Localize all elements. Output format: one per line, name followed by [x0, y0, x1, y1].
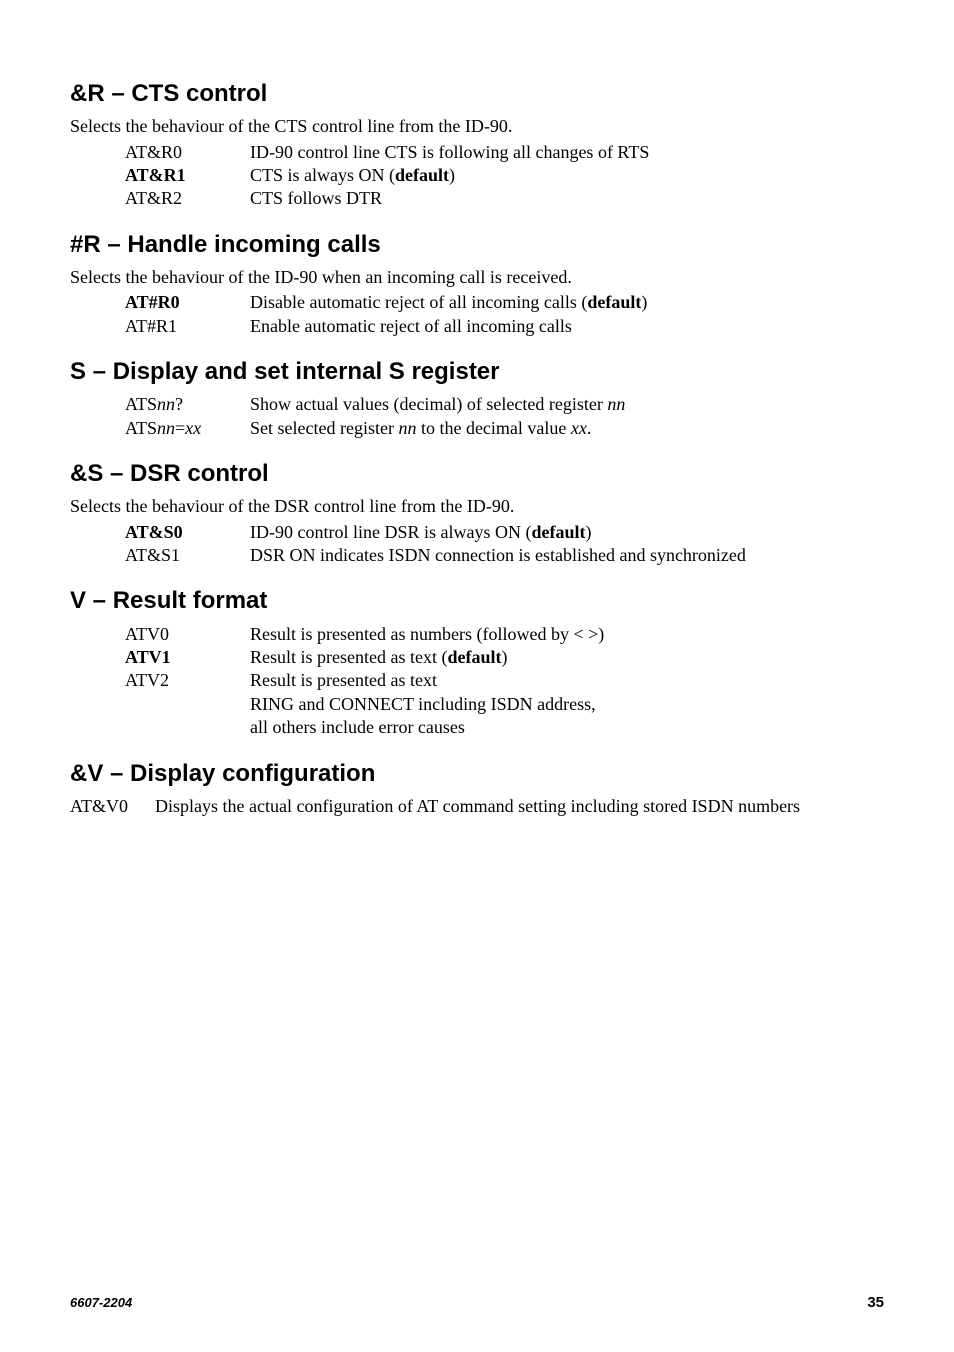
desc-bold: default: [587, 292, 641, 312]
intro-ds: Selects the behaviour of the DSR control…: [70, 495, 884, 518]
footer-page-number: 35: [867, 1293, 884, 1313]
desc-post: ): [501, 647, 507, 667]
desc-mid: to the decimal value: [416, 418, 570, 438]
term: AT&R1: [125, 164, 250, 187]
footer: 6607-2204 35: [70, 1293, 884, 1313]
heading-dsr-control: &S – DSR control: [70, 458, 884, 489]
row-ats1: AT&S1 DSR ON indicates ISDN connection i…: [125, 544, 884, 567]
row-atsnn-xx: ATSnn=xx Set selected register nn to the…: [125, 417, 884, 440]
term-mid: =: [175, 418, 185, 438]
term: AT&S1: [125, 544, 250, 567]
row-atv2-cont1: RING and CONNECT including ISDN address,: [125, 693, 884, 716]
term-it2: xx: [185, 418, 201, 438]
desc-post: ): [449, 165, 455, 185]
term: AT#R0: [125, 291, 250, 314]
heading-result-format: V – Result format: [70, 585, 884, 616]
desc: Result is presented as text: [250, 669, 884, 692]
term-pre: ATS: [125, 394, 157, 414]
term-it: nn: [157, 394, 175, 414]
desc: CTS is always ON (default): [250, 164, 884, 187]
desc: DSR ON indicates ISDN connection is esta…: [250, 544, 884, 567]
desc-it2: xx: [571, 418, 587, 438]
desc-it: nn: [607, 394, 625, 414]
term: ATV2: [125, 669, 250, 692]
row-ats0: AT&S0 ID-90 control line DSR is always O…: [125, 521, 884, 544]
heading-handle-incoming: #R – Handle incoming calls: [70, 229, 884, 260]
intro-cts: Selects the behaviour of the CTS control…: [70, 115, 884, 138]
row-atv2-cont2: all others include error causes: [125, 716, 884, 739]
term: [125, 716, 250, 739]
row-atv: AT&V0 Displays the actual configuration …: [70, 795, 884, 818]
desc: Result is presented as numbers (followed…: [250, 623, 884, 646]
term: AT#R1: [125, 315, 250, 338]
term: ATSnn?: [125, 393, 250, 416]
heading-cts-control: &R – CTS control: [70, 78, 884, 109]
term: ATV1: [125, 646, 250, 669]
row-athr0: AT#R0 Disable automatic reject of all in…: [125, 291, 884, 314]
desc-pre: CTS is always ON (: [250, 165, 395, 185]
desc-it: nn: [398, 418, 416, 438]
desc-pre: ID-90 control line DSR is always ON (: [250, 522, 531, 542]
row-atv2: ATV2 Result is presented as text: [125, 669, 884, 692]
desc: ID-90 control line CTS is following all …: [250, 141, 884, 164]
desc: Result is presented as text (default): [250, 646, 884, 669]
desc-post: ): [585, 522, 591, 542]
row-atr1: AT&R1 CTS is always ON (default): [125, 164, 884, 187]
desc: Set selected register nn to the decimal …: [250, 417, 884, 440]
desc-bold: default: [395, 165, 449, 185]
desc: ID-90 control line DSR is always ON (def…: [250, 521, 884, 544]
desc-pre: Result is presented as text (: [250, 647, 447, 667]
desc-post: ): [641, 292, 647, 312]
term-pre: ATS: [125, 418, 157, 438]
desc: CTS follows DTR: [250, 187, 884, 210]
term: ATSnn=xx: [125, 417, 250, 440]
row-atv0: ATV0 Result is presented as numbers (fol…: [125, 623, 884, 646]
desc-bold: default: [447, 647, 501, 667]
term: ATV0: [125, 623, 250, 646]
row-athr1: AT#R1 Enable automatic reject of all inc…: [125, 315, 884, 338]
row-atv1: ATV1 Result is presented as text (defaul…: [125, 646, 884, 669]
heading-s-register: S – Display and set internal S register: [70, 356, 884, 387]
desc-post: .: [587, 418, 592, 438]
row-atr0: AT&R0 ID-90 control line CTS is followin…: [125, 141, 884, 164]
heading-display-config: &V – Display configuration: [70, 758, 884, 789]
row-atr2: AT&R2 CTS follows DTR: [125, 187, 884, 210]
desc-pre: Disable automatic reject of all incoming…: [250, 292, 587, 312]
desc: all others include error causes: [250, 716, 884, 739]
term: AT&R2: [125, 187, 250, 210]
intro-hr: Selects the behaviour of the ID-90 when …: [70, 266, 884, 289]
desc-bold: default: [531, 522, 585, 542]
desc: Displays the actual configuration of AT …: [155, 795, 884, 818]
desc: RING and CONNECT including ISDN address,: [250, 693, 884, 716]
term: AT&R0: [125, 141, 250, 164]
term: [125, 693, 250, 716]
desc-pre: Show actual values (decimal) of selected…: [250, 394, 607, 414]
desc-pre: Set selected register: [250, 418, 398, 438]
term-it1: nn: [157, 418, 175, 438]
footer-doc-id: 6607-2204: [70, 1295, 132, 1312]
desc: Show actual values (decimal) of selected…: [250, 393, 884, 416]
row-atsnn-q: ATSnn? Show actual values (decimal) of s…: [125, 393, 884, 416]
term-post: ?: [175, 394, 183, 414]
desc: Disable automatic reject of all incoming…: [250, 291, 884, 314]
term: AT&S0: [125, 521, 250, 544]
desc: Enable automatic reject of all incoming …: [250, 315, 884, 338]
term: AT&V0: [70, 795, 155, 818]
